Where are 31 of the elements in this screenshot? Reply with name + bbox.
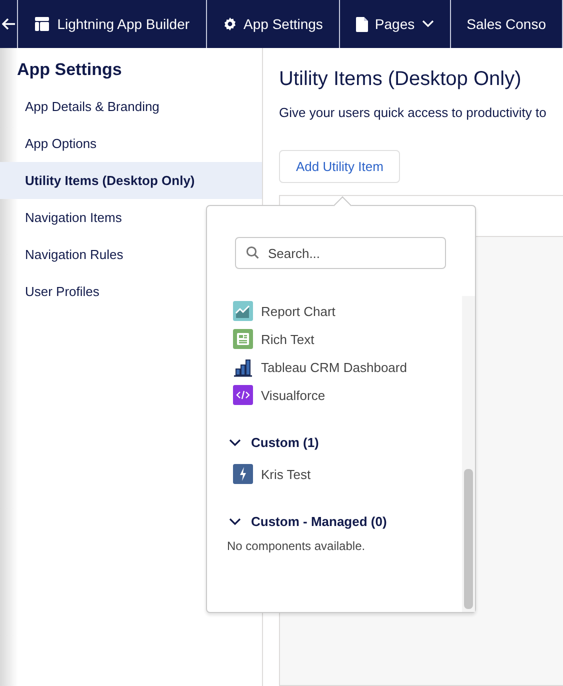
component-item[interactable]: Rich Text: [227, 325, 462, 353]
top-nav-tab[interactable]: Sales Conso: [450, 0, 563, 48]
chart-icon: [233, 301, 253, 321]
top-nav-tab[interactable]: Pages: [340, 0, 451, 48]
search-field[interactable]: Search...: [235, 237, 446, 269]
component-item[interactable]: Report Chart: [227, 297, 462, 325]
layout-icon: [34, 16, 50, 32]
component-item[interactable]: Visualforce: [227, 381, 462, 409]
scrollbar-thumb[interactable]: [464, 469, 473, 609]
code-icon: [233, 385, 253, 405]
text-document-icon: [233, 329, 253, 349]
chevron-down-icon: [422, 20, 434, 28]
component-item[interactable]: Tableau CRM Dashboard: [227, 353, 462, 381]
settings-icon: [222, 17, 237, 31]
add-utility-item-button[interactable]: Add Utility Item: [279, 150, 400, 183]
sidebar-item[interactable]: Utility Items (Desktop Only): [0, 162, 262, 199]
document-icon: [356, 16, 368, 32]
chevron-down-icon: [229, 438, 241, 446]
lightning-bolt-icon: [233, 464, 253, 484]
description-text: Give your users quick access to productivity to: [279, 105, 548, 120]
component-item[interactable]: Kris Test: [227, 460, 462, 488]
page-title: Utility Items (Desktop Only): [279, 68, 522, 91]
chevron-down-icon: [229, 518, 241, 526]
section-header[interactable]: Custom (1): [227, 435, 321, 450]
back-arrow-icon: [2, 18, 16, 30]
sidebar-item[interactable]: App Details & Branding: [0, 88, 262, 125]
empty-message: No components available.: [227, 539, 366, 553]
sidebar-title: App Settings: [17, 60, 123, 80]
sidebar-item[interactable]: App Options: [0, 125, 262, 162]
section-header[interactable]: Custom - Managed (0): [227, 514, 389, 529]
bar-chart-icon: [233, 357, 253, 377]
